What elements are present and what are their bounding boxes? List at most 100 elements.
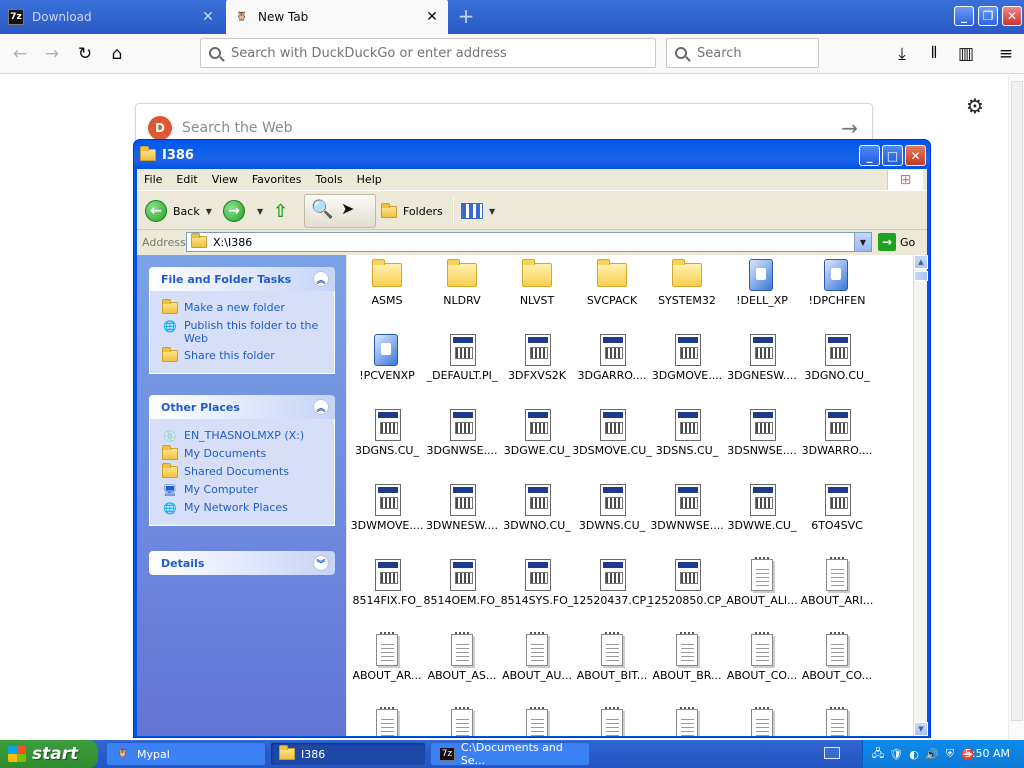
views-button[interactable]: ▼ [461,196,495,226]
place-my-computer[interactable]: 🖥 My Computer [162,483,324,497]
text-file-icon [451,707,473,736]
place-label: EN_THASNOLMXP (X:) [184,429,305,442]
maximize-button[interactable]: □ [882,145,903,166]
explorer-body: File Edit View Favorites Tools Help ⊞ ← … [137,169,928,736]
file-name: 3DWNO.CU_ [503,519,571,532]
text-file-icon [826,707,848,736]
file-list-scrollbar[interactable]: ▲ ▼ [913,255,928,736]
close-window-button[interactable]: ✕ [1002,6,1022,26]
text-file-icon [751,632,773,666]
search-placeholder: Search [697,45,742,61]
menu-view[interactable]: View [205,173,245,186]
chevron-down-icon[interactable]: ▼ [206,207,212,216]
publish-folder-link[interactable]: 🌐 Publish this folder to the Web [162,319,324,345]
shield-icon[interactable]: 🛡 [889,747,903,761]
update-tray-icon[interactable]: ◐ [907,747,921,761]
taskbar-button-i386[interactable]: I386 [270,742,426,766]
place-my-network-places[interactable]: 🌐 My Network Places [162,501,324,515]
gear-icon[interactable]: ⚙ [966,94,984,118]
chevron-down-icon[interactable]: ▼ [854,233,871,251]
home-icon[interactable]: ⌂ [105,42,129,66]
chevron-up-icon[interactable]: ︽ [313,271,329,287]
panel-body: 💿 EN_THASNOLMXP (X:) My Documents Shared… [149,419,335,526]
new-tab-button[interactable]: + [454,5,478,29]
text-file-icon [826,632,848,666]
place-cd-drive[interactable]: 💿 EN_THASNOLMXP (X:) [162,429,324,443]
tab-download[interactable]: 7z Download ✕ [0,0,224,34]
place-my-documents[interactable]: My Documents [162,445,324,461]
make-new-folder-link[interactable]: Make a new folder [162,299,324,315]
search-button[interactable]: 🔍 ➤ [304,194,376,228]
text-file-icon [526,632,548,666]
menu-edit[interactable]: Edit [169,173,204,186]
compressed-file-icon [750,484,776,516]
panel-title: Other Places [161,400,240,414]
forward-arrow-icon[interactable]: → [40,42,64,66]
folder-icon [372,259,402,287]
panel-header[interactable]: File and Folder Tasks ︽ [149,267,335,291]
reload-icon[interactable]: ↻ [73,42,97,66]
arrow-right-icon[interactable]: → [841,116,858,140]
url-input[interactable]: Search with DuckDuckGo or enter address [200,38,656,68]
forward-button[interactable]: → ▼ [223,196,263,226]
share-folder-icon [162,347,178,363]
menu-favorites[interactable]: Favorites [245,173,309,186]
security-tray-icon[interactable]: ⛨ [943,747,957,761]
start-button[interactable]: start [0,740,98,768]
file-name: SYSTEM32 [658,294,716,307]
scrollbar-thumb[interactable] [914,271,928,281]
up-folder-button[interactable]: ⇧ [273,196,288,226]
menu-tools[interactable]: Tools [309,173,350,186]
file-name: ABOUT_CO... [801,669,873,682]
address-input[interactable]: X:\I386 ▼ [186,232,872,252]
search-input[interactable]: Search [666,38,819,68]
folders-button[interactable]: Folders [381,196,443,226]
computer-icon: 🖥 [163,483,177,497]
hamburger-menu-icon[interactable]: ≡ [994,42,1018,66]
file-name: 12520850.CP_ [647,594,727,607]
maximize-button[interactable]: ❐ [978,6,998,26]
panel-header[interactable]: Other Places ︽ [149,395,335,419]
scroll-down-arrow-icon[interactable]: ▼ [914,722,928,736]
menu-file[interactable]: File [137,173,169,186]
taskbar-button-mypal[interactable]: 🦉 Mypal [106,742,266,766]
panel-header[interactable]: Details ︾ [149,551,335,575]
back-button[interactable]: ← Back ▼ [145,196,212,226]
minimize-button[interactable]: _ [859,145,880,166]
share-folder-link[interactable]: Share this folder [162,347,324,363]
address-bar: Address X:\I386 ▼ → Go [137,231,927,253]
taskbar-button-7zip[interactable]: 7z C:\Documents and Se... [430,741,590,767]
go-label: Go [900,235,916,249]
sidebar-icon[interactable]: ▥ [954,42,978,66]
chevron-down-icon[interactable]: ▼ [489,207,495,216]
menu-help[interactable]: Help [350,173,389,186]
url-placeholder: Search with DuckDuckGo or enter address [231,45,507,61]
download-icon[interactable]: ⤓ [890,42,914,66]
text-file-icon [751,557,773,591]
close-icon[interactable]: ✕ [200,9,216,25]
volume-icon[interactable]: 🔊 [925,747,939,761]
compressed-file-icon [825,334,851,366]
file-name: ABOUT_AS... [427,669,497,682]
library-icon[interactable]: 𝍪 [922,42,946,66]
explorer-toolbar: ← Back ▼ → ▼ ⇧ 🔍 ➤ Folders ▼ [137,192,927,230]
place-shared-documents[interactable]: Shared Documents [162,463,324,479]
text-file-icon [451,632,473,666]
chevron-up-icon[interactable]: ︽ [313,399,329,415]
scroll-up-arrow-icon[interactable]: ▲ [914,255,928,269]
page-scrollbar[interactable] [1008,75,1024,740]
close-icon[interactable]: ✕ [424,9,440,25]
tab-new-tab[interactable]: 🦉 New Tab ✕ [226,0,448,34]
back-arrow-icon: ← [145,200,167,222]
file-name: 3DGNS.CU_ [355,444,419,457]
keyboard-icon[interactable] [824,747,840,759]
back-arrow-icon[interactable]: ← [8,42,32,66]
go-button[interactable]: → Go [878,232,915,252]
explorer-title-bar[interactable]: I386 [134,140,930,170]
chevron-down-icon[interactable]: ▼ [257,207,263,216]
close-window-button[interactable]: ✕ [905,145,926,166]
scrollbar-thumb[interactable] [1011,81,1023,721]
chevron-down-icon[interactable]: ︾ [313,555,329,571]
network-tray-icon[interactable]: 🖧 [871,747,885,761]
minimize-button[interactable]: _ [954,6,974,26]
